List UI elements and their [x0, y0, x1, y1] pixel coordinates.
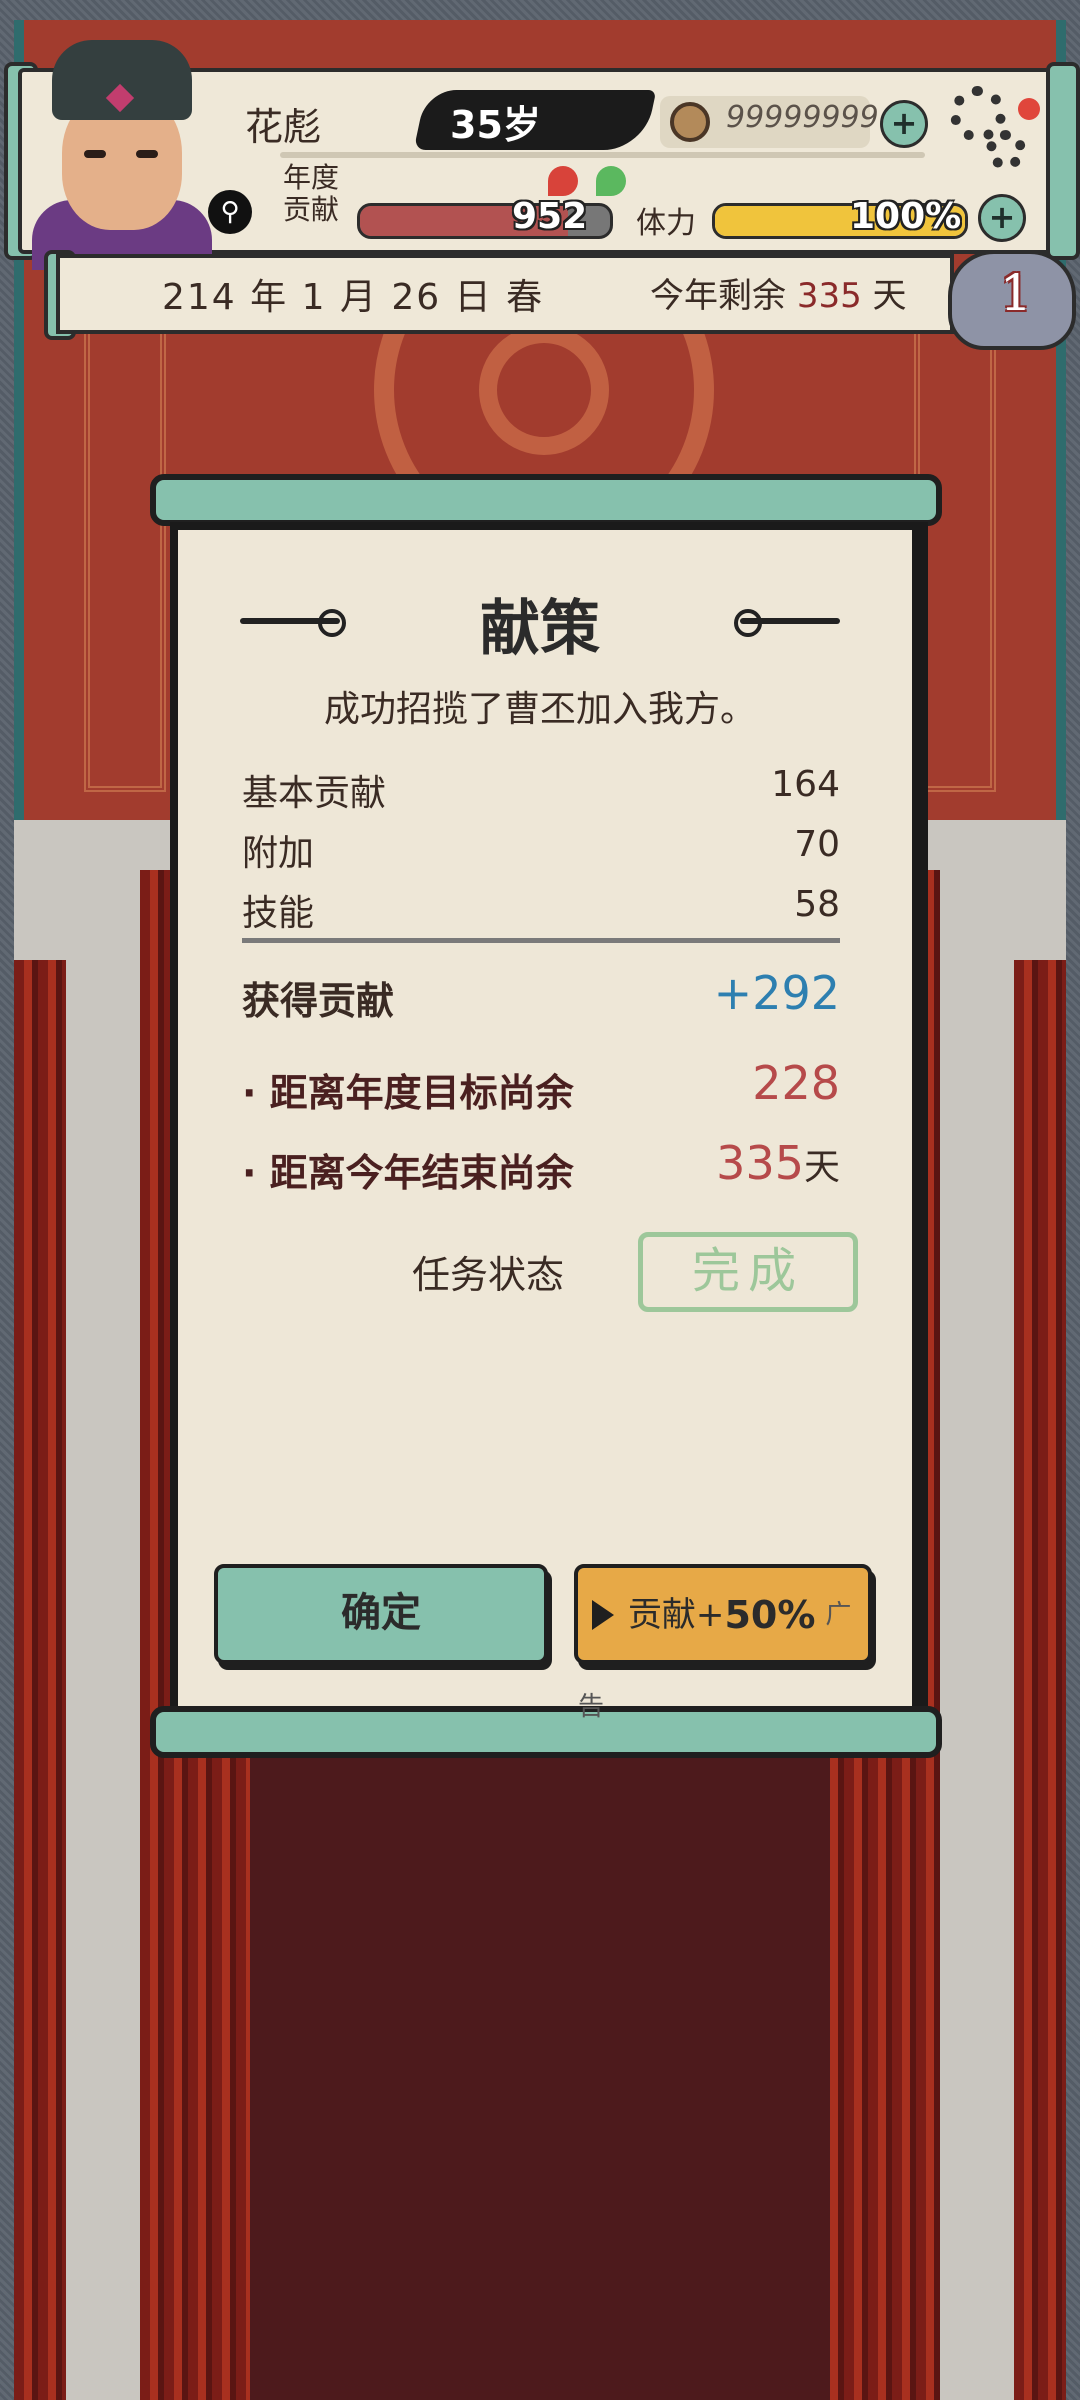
dialog-title: 献策	[480, 594, 600, 664]
contribution-label: 贡献	[283, 193, 340, 226]
year-end-label: 距离今年结束尚余	[269, 1151, 574, 1195]
gain-value: +292	[713, 966, 840, 1020]
row-base-contribution: 基本贡献 164	[242, 764, 840, 816]
gear-small	[986, 130, 1026, 170]
target-value: 228	[752, 1056, 840, 1110]
bullet: ·	[242, 1071, 270, 1115]
gained-contribution: 获得贡献 +292	[242, 966, 840, 1025]
row-label: 技能	[242, 893, 315, 934]
days-remaining-value: 335	[796, 276, 862, 316]
remaining-year-days: · 距离今年结束尚余 335天	[242, 1136, 840, 1197]
notification-dot	[1018, 98, 1040, 120]
bullet: ·	[242, 1151, 270, 1195]
annual-contribution-label: 年度 贡献	[283, 162, 339, 226]
plus-icon: +	[890, 104, 918, 142]
remaining-annual-target: · 距离年度目标尚余 228	[242, 1056, 840, 1117]
days-remaining-prefix: 今年剩余	[650, 276, 786, 316]
row-value: 70	[794, 824, 840, 865]
task-status-stamp: 完成	[638, 1232, 858, 1312]
player-age: 35岁	[450, 103, 541, 147]
stamina-value: 100%	[850, 196, 962, 237]
ad-bonus-button[interactable]: 贡献+50% 广告	[574, 1564, 872, 1722]
days-remaining-unit: 天	[872, 276, 907, 316]
target-label: 距离年度目标尚余	[269, 1071, 574, 1115]
row-label: 基本贡献	[242, 773, 387, 814]
scroll-roll-top	[150, 474, 942, 526]
coin-icon	[670, 102, 710, 142]
summary-divider	[242, 938, 840, 943]
year-end-value-group: 335天	[716, 1136, 840, 1190]
title-ornament-right	[734, 609, 840, 637]
play-icon	[592, 1600, 614, 1630]
task-status-label: 任务状态	[412, 1253, 565, 1297]
contribution-value: 952	[512, 196, 588, 237]
year-end-unit: 天	[803, 1147, 840, 1188]
confirm-button[interactable]: 确定	[214, 1564, 548, 1664]
annual-label: 年度	[283, 161, 340, 194]
portrait-eye-left	[84, 150, 106, 158]
row-label: 附加	[242, 833, 315, 874]
add-stamina-button[interactable]: +	[978, 194, 1026, 242]
currency-value: 99999999	[726, 100, 879, 135]
row-bonus: 附加 70	[242, 824, 840, 876]
portrait-eye-right	[136, 150, 158, 158]
year-end-value: 335	[716, 1136, 804, 1190]
hud-scroll-cap-right	[1046, 62, 1080, 260]
curtain-left-outer	[14, 960, 66, 2400]
red-flag-icon	[548, 166, 578, 196]
search-icon[interactable]: ⚲	[208, 190, 252, 234]
row-skill: 技能 58	[242, 884, 840, 936]
row-value: 164	[771, 764, 840, 805]
gain-label: 获得贡献	[242, 979, 395, 1023]
annual-progress-line	[280, 152, 925, 158]
player-portrait[interactable]	[22, 30, 222, 270]
scroll-roll-bottom	[150, 1706, 942, 1758]
ad-button-label: 贡献+	[627, 1595, 725, 1635]
gear-icon[interactable]	[950, 80, 1030, 180]
add-currency-button[interactable]: +	[880, 100, 928, 148]
plus-icon: +	[988, 198, 1016, 236]
dialog-message: 成功招揽了曹丕加入我方。	[323, 689, 756, 730]
curtain-right-outer	[1014, 960, 1066, 2400]
current-date: 214 年 1 月 26 日 春	[162, 277, 545, 318]
carpet	[250, 1700, 830, 2400]
days-remaining: 今年剩余 335 天	[650, 268, 907, 317]
row-value: 58	[794, 884, 840, 925]
green-flag-icon	[596, 166, 626, 196]
cloud-badge-count[interactable]: 1	[1000, 264, 1032, 322]
ad-button-percent: 50%	[724, 1593, 816, 1637]
player-name: 花彪	[245, 105, 322, 149]
stamina-label: 体力	[636, 206, 696, 241]
